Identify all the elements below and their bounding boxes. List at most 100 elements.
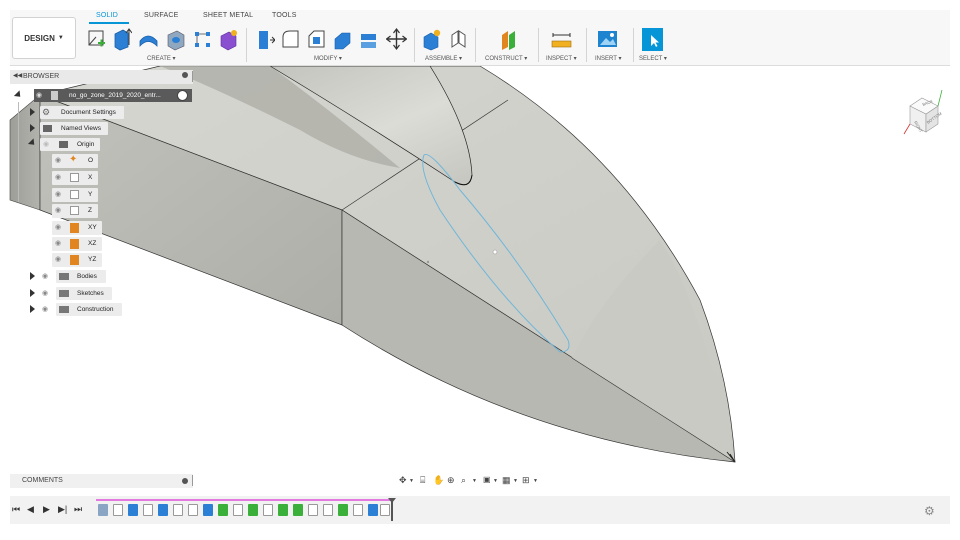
visibility-eye-off-icon[interactable]: ◉: [43, 140, 49, 148]
create-form-icon[interactable]: [218, 27, 239, 51]
extrude-icon[interactable]: [111, 27, 132, 51]
visibility-eye-icon[interactable]: ◉: [55, 173, 61, 181]
expand-triangle-icon[interactable]: [30, 108, 35, 116]
visibility-eye-icon[interactable]: ◉: [55, 239, 61, 247]
timeline-feature-sketch-icon[interactable]: [188, 504, 198, 516]
expand-triangle-icon[interactable]: [30, 289, 35, 297]
visibility-eye-icon[interactable]: ◉: [55, 223, 61, 231]
add-comment-icon[interactable]: [182, 478, 188, 484]
comments-panel-header[interactable]: COMMENTS: [10, 474, 193, 488]
insert-image-icon[interactable]: [597, 27, 618, 51]
display-settings-icon[interactable]: ▣: [483, 475, 491, 484]
timeline-feature-sketch-icon[interactable]: [263, 504, 273, 516]
timeline-feature-sketch-icon[interactable]: [143, 504, 153, 516]
timeline-feature-sketch-icon[interactable]: [233, 504, 243, 516]
hole-icon[interactable]: [165, 27, 186, 51]
visibility-eye-icon[interactable]: ◉: [42, 305, 48, 313]
timeline-feature-sketch-icon[interactable]: [353, 504, 363, 516]
expand-triangle-icon[interactable]: [30, 272, 35, 280]
construct-menu-label[interactable]: CONSTRUCT ▾: [485, 55, 527, 62]
browser-item-origin-point[interactable]: ◉ ✦ O: [52, 154, 98, 168]
grid-settings-icon[interactable]: ▦: [502, 475, 511, 486]
chevron-down-icon[interactable]: ▼: [513, 478, 518, 484]
browser-item-sketches[interactable]: ◉ Sketches: [30, 287, 114, 300]
timeline-feature-sketch-icon[interactable]: [380, 504, 390, 516]
workspace-switcher-button[interactable]: DESIGN ▼: [12, 17, 76, 59]
tab-solid[interactable]: SOLID: [96, 12, 118, 19]
timeline-feature-extrude-icon[interactable]: [158, 504, 168, 516]
browser-item-xy-plane[interactable]: ◉ XY: [52, 221, 102, 235]
chevron-down-icon[interactable]: ▼: [472, 478, 477, 484]
rectangular-pattern-icon[interactable]: [192, 27, 213, 51]
visibility-eye-icon[interactable]: ◉: [55, 156, 61, 164]
shell-icon[interactable]: [332, 27, 353, 51]
fillet-icon[interactable]: [280, 27, 301, 51]
create-sketch-icon[interactable]: [86, 27, 107, 51]
modify-menu-label[interactable]: MODIFY ▾: [314, 55, 342, 62]
tab-surface[interactable]: SURFACE: [144, 12, 178, 19]
chevron-down-icon[interactable]: ▼: [533, 478, 538, 484]
move-copy-icon[interactable]: [386, 27, 407, 51]
expand-triangle-icon[interactable]: [30, 305, 35, 313]
offset-plane-icon[interactable]: [498, 27, 519, 51]
orbit-icon[interactable]: ✥: [399, 475, 407, 486]
timeline-feature-extrude-icon[interactable]: [203, 504, 213, 516]
browser-item-named-views[interactable]: Named Views: [30, 122, 110, 135]
chamfer-icon[interactable]: [306, 27, 327, 51]
pan-hand-icon[interactable]: ✋: [433, 475, 444, 486]
timeline-play-icon[interactable]: ▶: [43, 504, 50, 515]
viewports-icon[interactable]: ⊞: [522, 475, 530, 486]
joint-icon[interactable]: [448, 27, 469, 51]
sketch-point[interactable]: [492, 249, 498, 255]
look-at-icon[interactable]: ⌸: [420, 475, 425, 486]
revolve-icon[interactable]: [138, 27, 159, 51]
visibility-eye-icon[interactable]: ◉: [36, 91, 42, 99]
view-cube[interactable]: BACK RIGHT BOTTOM: [890, 78, 946, 140]
pin-icon[interactable]: [182, 72, 188, 78]
timeline-feature-sketch-icon[interactable]: [323, 504, 333, 516]
timeline-settings-gear-icon[interactable]: ⚙: [924, 504, 935, 518]
timeline-marker-head[interactable]: [388, 498, 396, 503]
visibility-eye-icon[interactable]: ◉: [55, 255, 61, 263]
measure-icon[interactable]: [551, 27, 572, 51]
browser-item-construction[interactable]: ◉ Construction: [30, 303, 124, 316]
browser-item-y-axis[interactable]: ◉ Y: [52, 188, 98, 202]
timeline-feature-plane-icon[interactable]: [338, 504, 348, 516]
timeline-feature-plane-icon[interactable]: [293, 504, 303, 516]
timeline-feature-plane-icon[interactable]: [278, 504, 288, 516]
timeline-feature-revolve-icon[interactable]: [368, 504, 378, 516]
visibility-eye-icon[interactable]: ◉: [55, 206, 61, 214]
timeline-previous-icon[interactable]: ◀: [27, 504, 34, 515]
visibility-eye-icon[interactable]: ◉: [42, 272, 48, 280]
visibility-eye-icon[interactable]: ◉: [55, 190, 61, 198]
timeline-next-icon[interactable]: ▶|: [58, 504, 67, 515]
timeline-feature-plane-icon[interactable]: [248, 504, 258, 516]
timeline-last-icon[interactable]: ⏭: [74, 504, 82, 515]
activate-radio-icon[interactable]: [177, 90, 188, 101]
browser-item-bodies[interactable]: ◉ Bodies: [30, 270, 110, 283]
browser-item-yz-plane[interactable]: ◉ YZ: [52, 253, 102, 267]
browser-item-xz-plane[interactable]: ◉ XZ: [52, 237, 102, 251]
combine-icon[interactable]: [358, 27, 379, 51]
insert-menu-label[interactable]: INSERT ▾: [595, 55, 621, 62]
browser-item-x-axis[interactable]: ◉ X: [52, 171, 98, 185]
browser-item-z-axis[interactable]: ◉ Z: [52, 204, 98, 218]
select-icon[interactable]: [642, 27, 663, 51]
assemble-menu-label[interactable]: ASSEMBLE ▾: [425, 55, 462, 62]
timeline-feature-sketch-icon[interactable]: [173, 504, 183, 516]
sketch-point[interactable]: [426, 260, 430, 264]
tab-tools[interactable]: TOOLS: [272, 12, 297, 19]
collapse-triangle-icon[interactable]: [27, 138, 38, 148]
browser-root-row[interactable]: ◉ no_go_zone_2019_2020_entr...: [13, 89, 194, 102]
visibility-eye-icon[interactable]: ◉: [42, 289, 48, 297]
collapse-triangle-icon[interactable]: [13, 90, 24, 100]
browser-item-origin[interactable]: ◉ Origin: [27, 138, 102, 151]
tab-sheet-metal[interactable]: SHEET METAL: [203, 12, 253, 19]
inspect-menu-label[interactable]: INSPECT ▾: [546, 55, 577, 62]
fit-zoom-icon[interactable]: ⌕: [461, 475, 466, 486]
chevron-down-icon[interactable]: ▼: [409, 478, 414, 484]
browser-item-document-settings[interactable]: ⚙ Document Settings: [30, 106, 125, 119]
timeline-feature-sketch-icon[interactable]: [113, 504, 123, 516]
select-menu-label[interactable]: SELECT ▾: [639, 55, 667, 62]
expand-triangle-icon[interactable]: [30, 124, 35, 132]
